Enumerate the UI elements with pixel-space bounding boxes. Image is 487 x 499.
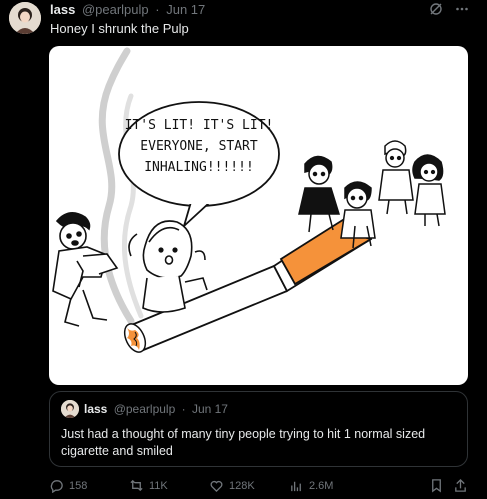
handle[interactable]: @pearlpulp [82, 2, 149, 17]
separator: · [155, 2, 160, 17]
character-group [298, 140, 446, 249]
repost-icon [130, 479, 143, 492]
repost-count: 11K [149, 479, 168, 492]
tweet-text: Honey I shrunk the Pulp [50, 21, 189, 36]
quoted-handle: @pearlpulp [113, 402, 176, 416]
tweet: lass @pearlpulp · Jun 17 Honey I shrunk … [0, 0, 487, 499]
bookmark-icon [432, 479, 441, 493]
quoted-avatar [61, 400, 79, 418]
like-count: 128K [229, 479, 255, 492]
tweet-header: lass @pearlpulp · Jun 17 [50, 2, 205, 17]
timestamp[interactable]: Jun 17 [166, 2, 205, 17]
quoted-header: lass @pearlpulp · Jun 17 [84, 402, 228, 416]
avatar[interactable] [9, 2, 41, 34]
display-name[interactable]: lass [50, 2, 75, 17]
quoted-separator: · [181, 402, 186, 416]
share-button[interactable] [453, 478, 468, 493]
quoted-text: Just had a thought of many tiny people t… [61, 427, 426, 458]
quoted-display-name: lass [84, 402, 108, 416]
speech-line-3: INHALING!!!!!! [144, 160, 254, 175]
share-icon [455, 478, 466, 492]
comic-image[interactable]: IT'S LIT! IT'S LIT! EVERYONE, START INHA… [49, 46, 468, 385]
more-icon[interactable] [455, 2, 469, 19]
top-icons [429, 2, 469, 19]
views-button[interactable]: 2.6M [289, 478, 333, 493]
like-icon [210, 480, 223, 493]
action-bar: 158 11K 128K 2.6M [49, 478, 477, 496]
repost-button[interactable]: 11K [129, 478, 168, 493]
reply-count: 158 [69, 479, 88, 492]
like-button[interactable]: 128K [209, 478, 255, 493]
speech-line-2: EVERYONE, START [140, 139, 258, 154]
reply-button[interactable]: 158 [49, 478, 87, 493]
bookmark-button[interactable] [429, 478, 444, 493]
grok-icon[interactable] [429, 2, 443, 19]
quoted-tweet[interactable]: lass @pearlpulp · Jun 17 Just had a thou… [49, 391, 468, 467]
quoted-timestamp: Jun 17 [191, 402, 228, 416]
views-count: 2.6M [309, 479, 334, 492]
reply-icon [50, 480, 63, 493]
speech-line-1: IT'S LIT! IT'S LIT! [125, 118, 274, 133]
views-icon [291, 481, 301, 492]
